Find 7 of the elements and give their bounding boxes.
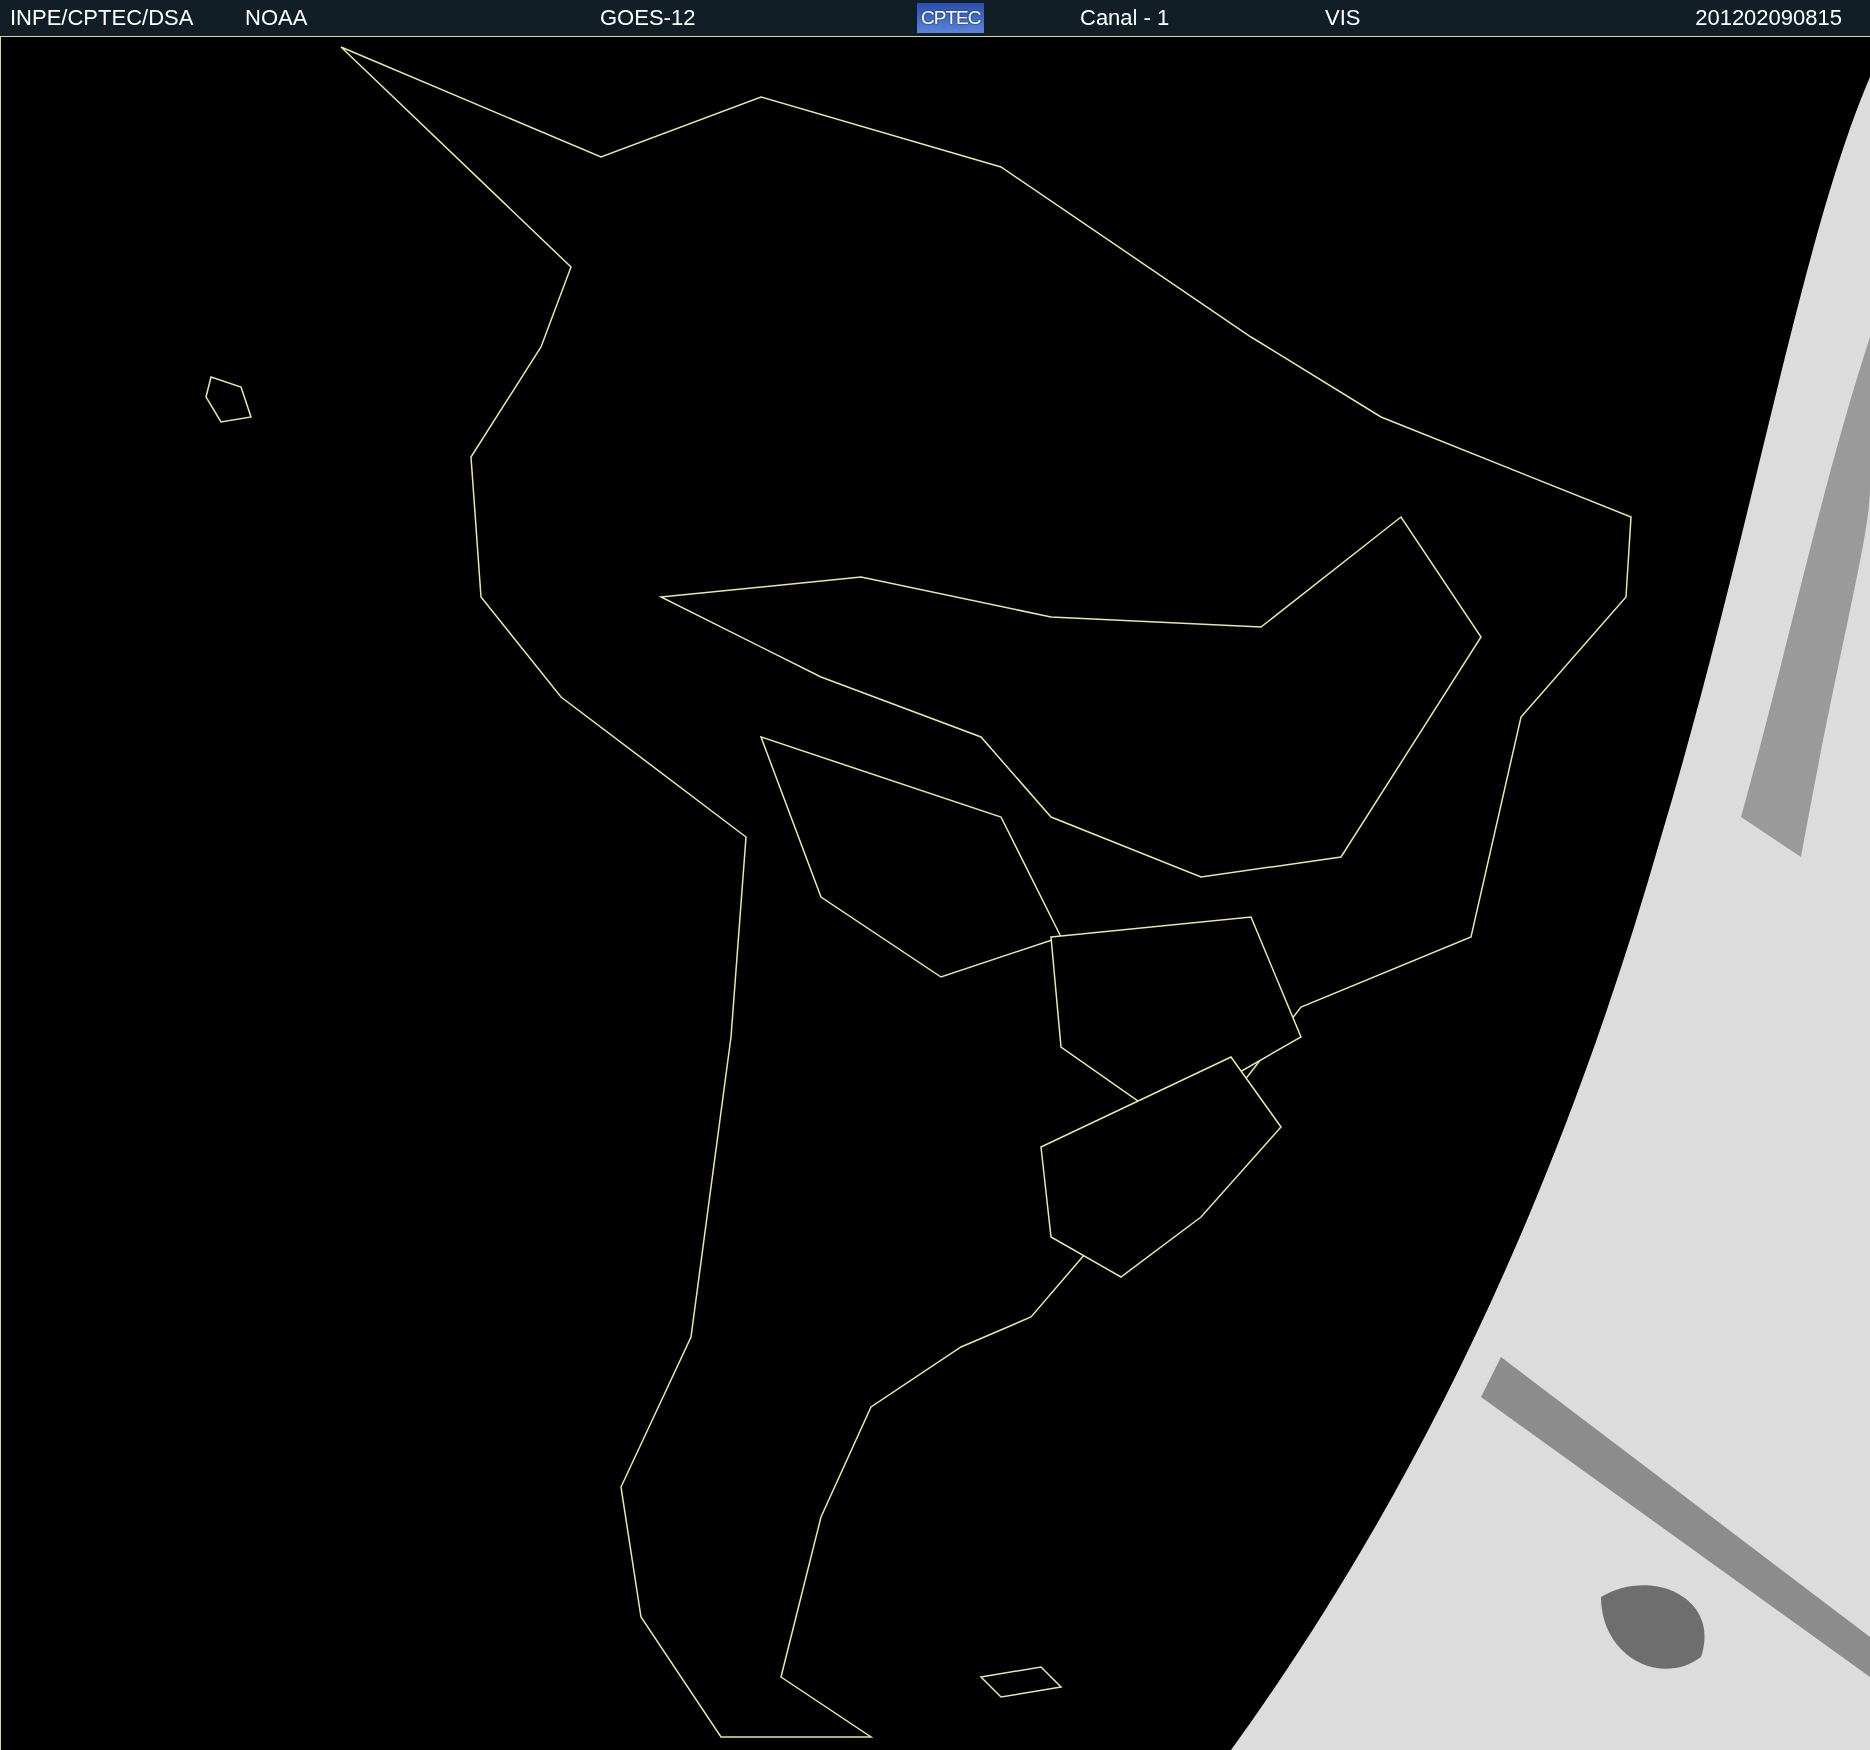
header-label: VIS [1325,5,1361,31]
header-label: INPE/CPTEC/DSA [10,5,194,31]
header-label: GOES-12 [600,5,696,31]
header-label: Canal - 1 [1080,5,1170,31]
header-label: 201202090815 [1695,5,1842,31]
header-label: NOAA [245,5,308,31]
logo: CPTEC [917,3,985,33]
